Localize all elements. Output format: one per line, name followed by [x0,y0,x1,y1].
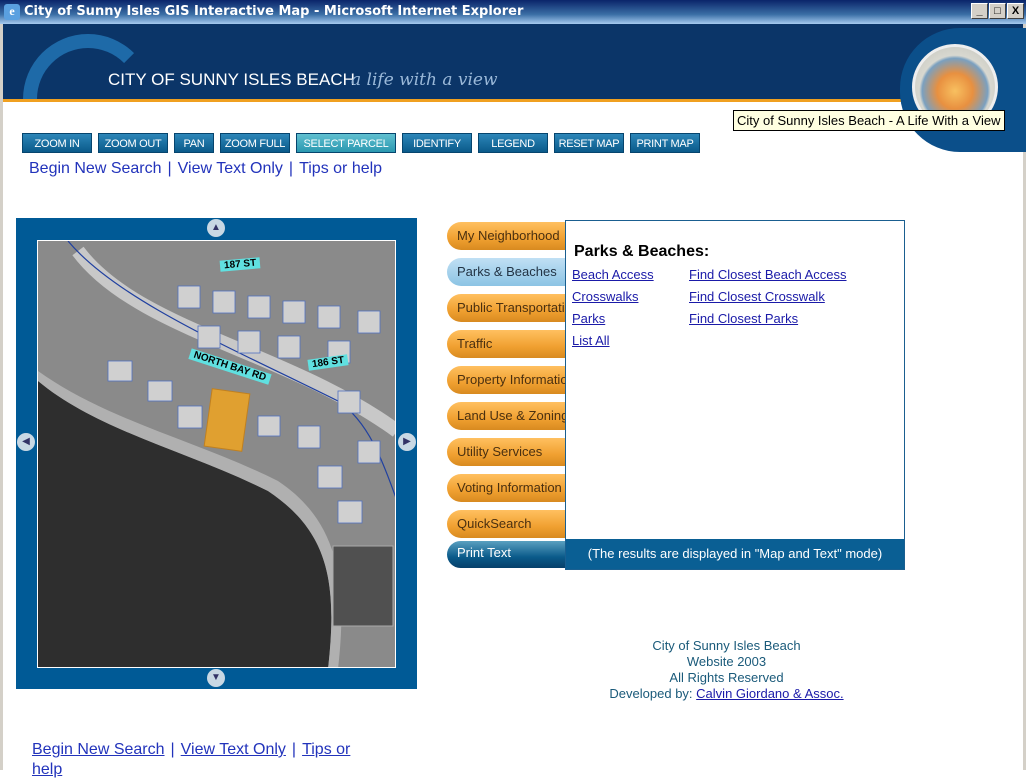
tab-my-neighborhood[interactable]: My Neighborhood [447,222,569,250]
begin-new-search-link[interactable]: Begin New Search [29,160,162,177]
identify-button[interactable]: IDENTIFY [402,133,472,153]
zoom-out-button[interactable]: ZOOM OUT [98,133,168,153]
print-text-button[interactable]: Print Text [447,541,569,568]
window-title: City of Sunny Isles GIS Interactive Map … [24,4,524,19]
tab-parks-beaches[interactable]: Parks & Beaches [447,258,569,286]
minimize-button[interactable]: _ [971,3,988,19]
find-closest-beach-access-link[interactable]: Find Closest Beach Access [689,267,847,282]
separator: | [288,160,294,177]
panel-footer: (The results are displayed in "Map and T… [566,539,904,569]
site-tagline: a life with a view [351,70,498,90]
pan-south-icon[interactable]: ▼ [207,669,225,687]
tab-land-use-zoning[interactable]: Land Use & Zoning [447,402,569,430]
tips-link[interactable]: Tips or help [299,160,382,177]
credit-line: All Rights Reserved [669,670,784,685]
tab-property-information[interactable]: Property Information [447,366,569,394]
view-text-only-link[interactable]: View Text Only [178,160,283,177]
tab-utility-services[interactable]: Utility Services [447,438,569,466]
tab-voting-information[interactable]: Voting Information [447,474,569,502]
tooltip: City of Sunny Isles Beach - A Life With … [733,110,1005,131]
reset-map-button[interactable]: RESET MAP [554,133,624,153]
nav-links: Begin New Search | View Text Only | Tips or … [29,160,382,178]
map-frame: ▲ ◀ ▶ ▼ 187 ST NORTH BAY RD 186 ST [16,218,417,689]
find-closest-parks-link[interactable]: Find Closest Parks [689,311,798,326]
list-all-link[interactable]: List All [572,333,610,348]
site-banner: CITY OF SUNNY ISLES BEACH a life with a … [3,24,1023,102]
crosswalks-link[interactable]: Crosswalks [572,289,638,304]
site-name: CITY OF SUNNY ISLES BEACH [108,70,355,89]
developer-link[interactable]: Calvin Giordano & Assoc. [696,686,843,701]
pan-north-icon[interactable]: ▲ [207,219,225,237]
credit-line: City of Sunny Isles Beach [652,638,801,653]
pan-west-icon[interactable]: ◀ [17,433,35,451]
separator: | [291,741,297,758]
map-image[interactable]: 187 ST NORTH BAY RD 186 ST [37,240,396,668]
results-panel: Parks & Beaches: Beach Access Crosswalks… [565,220,905,570]
credit-line: Website 2003 [686,654,767,669]
accent-bar [3,99,1023,102]
view-text-only-link[interactable]: View Text Only [181,741,286,758]
select-parcel-button[interactable]: SELECT PARCEL [296,133,396,153]
developed-by-label: Developed by: [609,686,693,701]
separator: | [170,741,175,758]
pan-button[interactable]: PAN [174,133,214,153]
separator: | [167,160,172,177]
find-closest-crosswalk-link[interactable]: Find Closest Crosswalk [689,289,825,304]
tab-public-transportation[interactable]: Public Transportation [447,294,569,322]
wave-logo-icon [23,34,153,102]
parks-link[interactable]: Parks [572,311,605,326]
begin-new-search-link[interactable]: Begin New Search [32,741,165,758]
close-button[interactable]: X [1007,3,1024,19]
zoom-full-button[interactable]: ZOOM FULL [220,133,290,153]
site-credits: City of Sunny Isles Beach Website 2003 A… [560,638,893,702]
ie-icon: e [4,4,20,20]
zoom-in-button[interactable]: ZOOM IN [22,133,92,153]
window-title-bar: e City of Sunny Isles GIS Interactive Ma… [0,0,1026,24]
print-map-button[interactable]: PRINT MAP [630,133,700,153]
tab-quicksearch[interactable]: QuickSearch [447,510,569,538]
panel-title: Parks & Beaches: [574,243,710,260]
pan-east-icon[interactable]: ▶ [398,433,416,451]
beach-access-link[interactable]: Beach Access [572,267,654,282]
tab-traffic[interactable]: Traffic [447,330,569,358]
legend-button[interactable]: LEGEND [478,133,548,153]
bottom-nav-links: Begin New Search | View Text Only | Tips or … [32,740,382,780]
maximize-button[interactable]: □ [989,3,1006,19]
aerial-map [38,241,395,667]
